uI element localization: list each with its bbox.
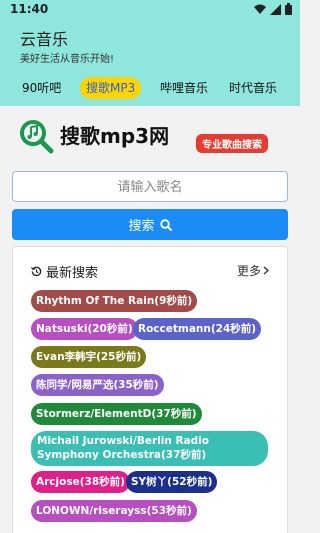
logo-text: 搜歌mp3网 (60, 124, 170, 148)
status-time: 11:40 (10, 2, 49, 16)
signal-icon (270, 3, 281, 15)
tab-90tingba[interactable]: 90听吧 (22, 77, 61, 99)
tab-shidai-music[interactable]: 时代音乐 (229, 77, 277, 99)
site-logo: 搜歌mp3网 专业歌曲搜索 (18, 114, 283, 158)
recent-item-8[interactable]: Arcjose(38秒前) (31, 471, 130, 493)
app-title: 云音乐 (20, 30, 69, 49)
battery-icon (285, 3, 292, 15)
recent-item-2[interactable]: Natsuski(20秒前) (31, 318, 138, 340)
search-button-label: 搜索 (128, 218, 155, 233)
chevron-right-icon (263, 266, 269, 275)
status-icons (254, 3, 292, 15)
recent-item-6[interactable]: Stormerz/ElementD(37秒前) (31, 403, 202, 425)
logo-badge: 专业歌曲搜索 (196, 134, 268, 153)
search-input[interactable] (12, 171, 288, 202)
search-icon (159, 218, 172, 231)
recent-item-5[interactable]: 陈同学/网易严选(35秒前) (31, 374, 164, 396)
status-bar: 11:40 (0, 0, 300, 20)
recent-item-4[interactable]: Evan李韩宇(25秒前) (31, 346, 147, 368)
music-search-icon (20, 120, 54, 154)
recent-item-3[interactable]: Roccetmann(24秒前) (133, 318, 262, 340)
recent-header: 最新搜索 (31, 262, 98, 281)
app-subtitle: 美好生活从音乐开始! (20, 54, 115, 65)
tab-bilibili-music[interactable]: 哔哩音乐 (160, 77, 208, 99)
source-tabs: 90听吧 搜歌MP3 哔哩音乐 时代音乐 (0, 68, 300, 106)
tab-sougemp3[interactable]: 搜歌MP3 (80, 77, 142, 99)
recent-title: 最新搜索 (46, 266, 99, 281)
recent-item-10[interactable]: LONOWN/riserayss(53秒前) (31, 500, 197, 522)
recent-item-7[interactable]: Michail Jurowski/Berlin Radio Symphony O… (31, 431, 268, 466)
search-button[interactable]: 搜索 (12, 209, 288, 240)
wifi-icon (254, 4, 266, 14)
recent-item-1[interactable]: Rhythm Of The Rain(9秒前) (31, 290, 198, 312)
more-link[interactable]: 更多 (237, 262, 269, 279)
more-label: 更多 (236, 264, 261, 278)
app-header: 云音乐 美好生活从音乐开始! (0, 20, 300, 68)
history-icon (31, 266, 42, 277)
recent-item-9[interactable]: SY树丫(52秒前) (126, 471, 218, 493)
